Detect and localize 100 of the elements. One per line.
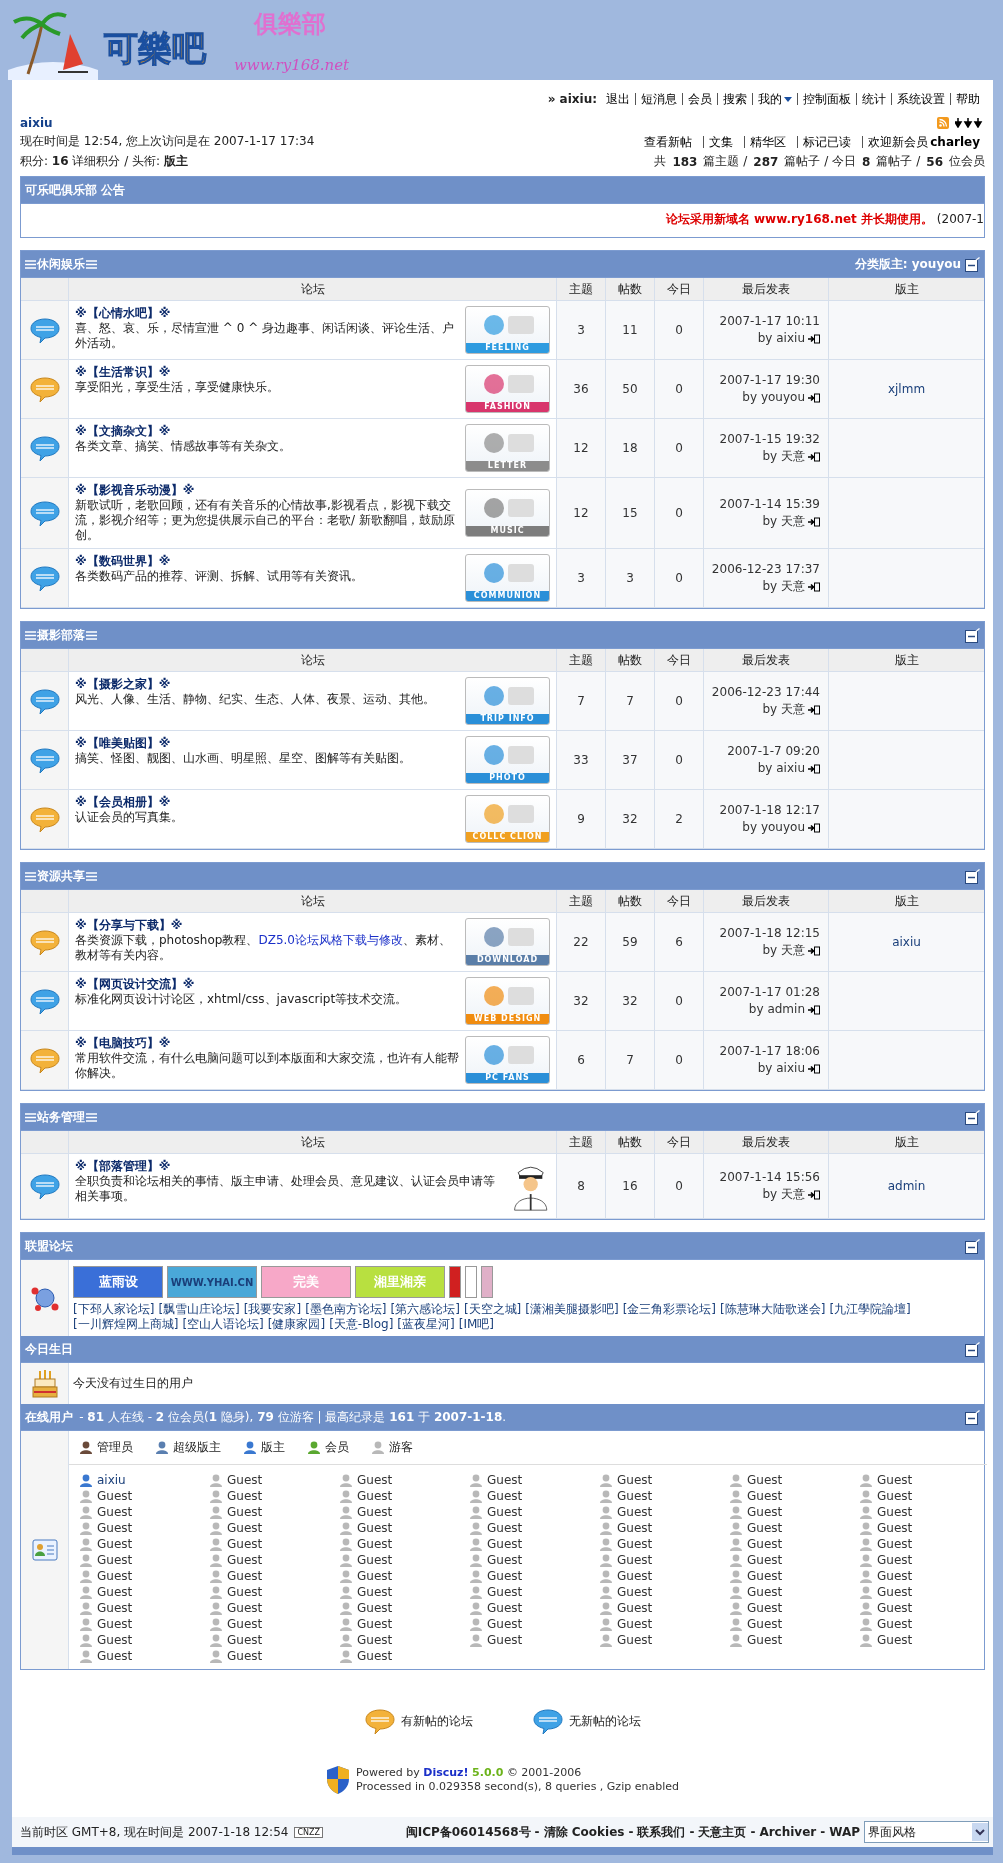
last-poster[interactable]: by 天意 — [762, 578, 805, 595]
partner-link[interactable]: [陈慧琳大陆歌迷会] — [720, 1302, 826, 1317]
partner-banner[interactable]: WWW.YHAI.CN — [167, 1266, 257, 1298]
last-poster[interactable]: by aixiu — [757, 760, 805, 777]
partner-link[interactable]: [天空之城] — [463, 1302, 522, 1317]
forum-moderator[interactable]: admin — [887, 1179, 926, 1193]
forum-link[interactable]: ※【心情水吧】※ — [75, 306, 459, 321]
last-poster[interactable]: by 天意 — [762, 701, 805, 718]
last-poster[interactable]: by youyou — [742, 389, 805, 406]
partner-link[interactable]: [空山人语论坛] — [182, 1317, 264, 1332]
nav-username[interactable]: » aixiu: — [547, 92, 597, 106]
partner-link[interactable]: [第六感论坛] — [390, 1302, 460, 1317]
go-to-post-icon[interactable] — [808, 392, 820, 403]
forum-moderator[interactable]: aixiu — [892, 935, 921, 949]
partner-link[interactable]: [天意-Blog] — [329, 1317, 394, 1332]
collapse-icon[interactable] — [965, 868, 980, 884]
nav-link[interactable]: 退出 — [601, 93, 635, 105]
collapse-icon[interactable] — [965, 1341, 980, 1357]
go-to-post-icon[interactable] — [808, 1189, 820, 1200]
icp-link[interactable]: 闽ICP备06014568号 — [405, 1823, 531, 1841]
user-name: Guest — [227, 1537, 263, 1551]
collapse-icon[interactable] — [965, 256, 980, 272]
user-name[interactable]: aixiu — [97, 1473, 126, 1487]
go-to-post-icon[interactable] — [808, 516, 820, 527]
collapse-icon[interactable] — [965, 1238, 980, 1254]
footer-link[interactable]: 天意主页 — [698, 1823, 747, 1841]
partner-link[interactable]: [金三角彩票论坛] — [622, 1302, 716, 1317]
collapse-icon[interactable] — [965, 1109, 980, 1125]
panel-link[interactable]: 查看新帖 — [639, 135, 698, 148]
logo-title[interactable]: 可樂吧 — [104, 26, 206, 72]
partner-link[interactable]: [飘雪山庄论坛] — [158, 1302, 240, 1317]
last-poster[interactable]: by aixiu — [757, 330, 805, 347]
forum-link[interactable]: ※【分享与下载】※ — [75, 918, 459, 933]
user-name: Guest — [97, 1553, 133, 1567]
go-to-post-icon[interactable] — [808, 704, 820, 715]
nav-link[interactable]: 统计 — [856, 93, 891, 105]
last-poster[interactable]: by 天意 — [762, 448, 805, 465]
last-poster[interactable]: by aixiu — [757, 1060, 805, 1077]
go-to-post-icon[interactable] — [808, 763, 820, 774]
partner-banner[interactable] — [465, 1266, 477, 1298]
logo-url: www.ry168.net — [234, 56, 350, 74]
desc-link[interactable]: DZ5.0论坛风格下载与修改 — [258, 933, 403, 947]
announcement-text[interactable]: 论坛采用新域名 www.ry168.net 并长期使用。 — [665, 212, 933, 226]
username-link[interactable]: aixiu — [20, 116, 640, 130]
forum-moderator[interactable]: xjlmm — [887, 382, 926, 396]
footer-link[interactable]: WAP — [829, 1825, 860, 1839]
style-select[interactable]: 界面风格 — [864, 1821, 989, 1843]
processed-text: Processed in 0.029358 second(s), 8 queries , Gzip enabled — [356, 1780, 679, 1794]
go-to-post-icon[interactable] — [808, 822, 820, 833]
partner-link[interactable]: [一川辉煌网上商城] — [73, 1317, 179, 1332]
topic-count: 32 — [557, 972, 606, 1031]
go-to-post-icon[interactable] — [808, 451, 820, 462]
last-poster[interactable]: by 天意 — [762, 942, 805, 959]
footer-link[interactable]: 联系我们 — [637, 1823, 686, 1841]
partner-link[interactable]: [蓝夜星河] — [397, 1317, 455, 1332]
partner-link[interactable]: [下邳人家论坛] — [73, 1302, 155, 1317]
partner-link[interactable]: [健康家园] — [267, 1317, 326, 1332]
forum-link[interactable]: ※【数码世界】※ — [75, 554, 363, 569]
partner-banner[interactable]: 蓝雨设 — [73, 1266, 163, 1298]
collapse-icon[interactable] — [965, 627, 980, 643]
footer-link[interactable]: Archiver — [759, 1825, 817, 1839]
partner-link[interactable]: [潇湘美腿摄影吧] — [525, 1302, 619, 1317]
nav-link[interactable]: 系统设置 — [891, 93, 950, 105]
nav-link[interactable]: 会员 — [682, 93, 717, 105]
forum-link[interactable]: ※【摄影之家】※ — [75, 677, 435, 692]
partner-link[interactable]: [九江學院論壇] — [829, 1302, 911, 1317]
last-poster[interactable]: by 天意 — [762, 1186, 805, 1203]
go-to-post-icon[interactable] — [808, 1004, 820, 1015]
nav-link[interactable]: 短消息 — [635, 93, 682, 105]
forum-link[interactable]: ※【电脑技巧】※ — [75, 1036, 459, 1051]
arrows-icon[interactable] — [955, 118, 985, 128]
nav-link[interactable]: 我的 — [752, 93, 797, 105]
forum-link[interactable]: ※【影视音乐动漫】※ — [75, 483, 459, 498]
forum-link[interactable]: ※【部落管理】※ — [75, 1159, 505, 1174]
nav-link[interactable]: 帮助 — [950, 93, 985, 105]
footer-link[interactable]: 清除 Cookies — [543, 1823, 625, 1841]
last-poster[interactable]: by admin — [748, 1001, 805, 1018]
go-to-post-icon[interactable] — [808, 945, 820, 956]
last-poster[interactable]: by 天意 — [762, 513, 805, 530]
go-to-post-icon[interactable] — [808, 1063, 820, 1074]
last-poster[interactable]: by youyou — [742, 819, 805, 836]
forum-link[interactable]: ※【网页设计交流】※ — [75, 977, 408, 992]
partner-link[interactable]: [墨色南方论坛] — [305, 1302, 387, 1317]
collapse-icon[interactable] — [965, 1409, 980, 1425]
forum-link[interactable]: ※【会员相册】※ — [75, 795, 183, 810]
forum-link[interactable]: ※【生活常识】※ — [75, 365, 279, 380]
partner-link[interactable]: [IM吧] — [458, 1317, 494, 1332]
panel-link[interactable]: 标记已读 — [797, 135, 857, 148]
forum-link[interactable]: ※【唯美贴图】※ — [75, 736, 411, 751]
go-to-post-icon[interactable] — [808, 333, 820, 344]
panel-link[interactable]: 文集 — [703, 135, 739, 148]
go-to-post-icon[interactable] — [808, 581, 820, 592]
forum-link[interactable]: ※【文摘杂文】※ — [75, 424, 291, 439]
counter-badge[interactable]: CNZZ — [294, 1826, 323, 1838]
nav-link[interactable]: 搜索 — [717, 93, 752, 105]
partner-link[interactable]: [我要安家] — [243, 1302, 302, 1317]
newest-member[interactable]: 欢迎新会员 charley — [862, 135, 985, 148]
nav-link[interactable]: 控制面板 — [797, 93, 856, 105]
column-header: 帖数 — [606, 890, 655, 913]
panel-link[interactable]: 精华区 — [744, 135, 792, 148]
